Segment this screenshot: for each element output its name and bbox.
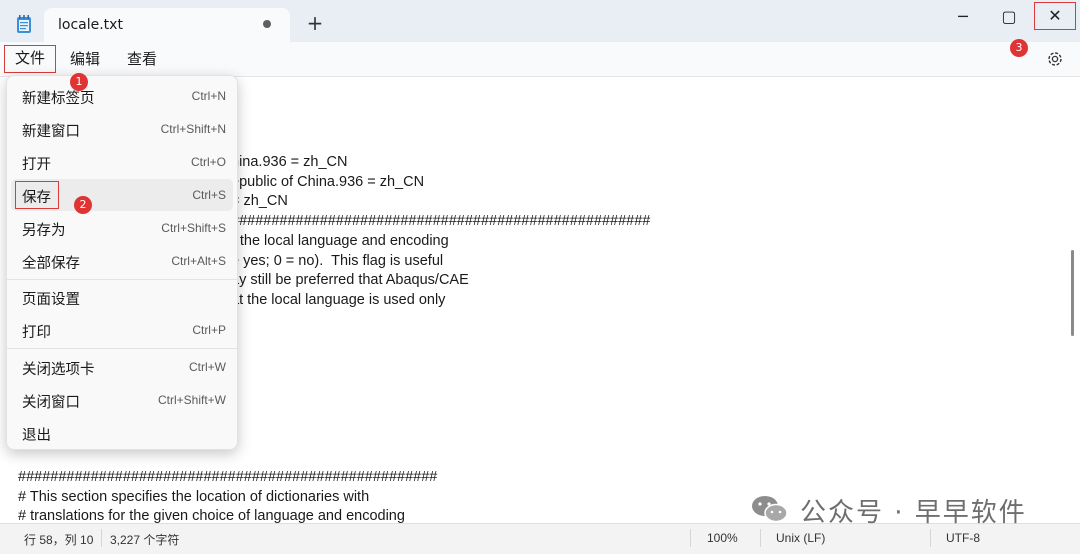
tab-locale-txt[interactable]: locale.txt [44, 8, 290, 42]
menu-view[interactable]: 查看 [117, 45, 167, 73]
menu-edit[interactable]: 编辑 [60, 45, 110, 73]
menu-separator [7, 348, 237, 349]
unsaved-dot-icon[interactable] [263, 20, 271, 28]
menu-item-label: 新建窗口 [22, 124, 80, 140]
menu-item-save[interactable]: 保存 Ctrl+S [11, 179, 233, 211]
menu-item-open[interactable]: 打开 Ctrl+O [11, 146, 233, 178]
watermark: 公众号 · 早早软件 [750, 490, 1050, 530]
menu-item-label: 页面设置 [22, 292, 80, 308]
menu-item-shortcut: Ctrl+N [191, 89, 226, 103]
editor-line: r the local language and encoding [231, 233, 449, 249]
zoom-level[interactable]: 100% [707, 531, 738, 545]
menu-item-new-tab[interactable]: 新建标签页 Ctrl+N [11, 80, 233, 112]
menu-item-close-tab[interactable]: 关闭选项卡 Ctrl+W [11, 351, 233, 383]
editor-line: ay still be preferred that Abaqus/CAE [231, 272, 469, 288]
editor-line: e yes; 0 = no). This flag is useful [231, 253, 444, 269]
menu-item-label: 退出 [22, 428, 51, 444]
title-bar: locale.txt + ─ ▢ ✕ [0, 0, 1080, 42]
vertical-scrollbar[interactable] [1071, 250, 1074, 336]
status-separator [760, 529, 761, 547]
gear-icon[interactable] [1045, 49, 1065, 69]
editor-line: ########################################… [231, 213, 651, 229]
menu-file[interactable]: 文件 [4, 45, 57, 73]
cursor-position: 行 58，列 10 [24, 533, 94, 547]
new-tab-button[interactable]: + [304, 12, 326, 34]
maximize-button[interactable]: ▢ [986, 2, 1032, 32]
editor-line: epublic of China.936 = zh_CN [231, 174, 425, 190]
menu-item-page-setup[interactable]: 页面设置 [11, 281, 233, 313]
step-badge-1: 1 [70, 73, 88, 91]
menu-item-shortcut: Ctrl+P [192, 323, 226, 337]
menu-item-new-window[interactable]: 新建窗口 Ctrl+Shift+N [11, 113, 233, 145]
editor-line: ########################################… [18, 469, 438, 485]
menu-item-shortcut: Ctrl+Alt+S [171, 254, 226, 268]
notepad-icon [17, 15, 31, 33]
step-badge-2: 2 [74, 196, 92, 214]
watermark-text: 公众号 · 早早软件 [800, 498, 1027, 528]
menu-item-shortcut: Ctrl+O [190, 155, 226, 169]
editor-line: hina.936 = zh_CN [231, 154, 348, 170]
menu-item-label: 新建标签页 [22, 91, 95, 107]
file-menu-dropdown: 新建标签页 Ctrl+N 新建窗口 Ctrl+Shift+N 打开 Ctrl+O… [6, 75, 238, 450]
status-separator [101, 529, 102, 547]
status-separator [690, 529, 691, 547]
minimize-button[interactable]: ─ [940, 2, 986, 32]
line-ending[interactable]: Unix (LF) [776, 531, 825, 545]
wechat-logo-icon [752, 496, 788, 523]
menu-item-exit[interactable]: 退出 [11, 417, 233, 449]
menu-item-label: 关闭窗口 [22, 395, 80, 411]
menu-separator [7, 279, 237, 280]
editor-line: = zh_CN [231, 193, 288, 209]
menu-item-label: 打开 [22, 157, 51, 173]
editor-line: at the local language is used only [231, 292, 446, 308]
menu-item-label: 打印 [22, 325, 51, 341]
menu-item-save-all[interactable]: 全部保存 Ctrl+Alt+S [11, 245, 233, 277]
editor-line: # translations for the given choice of l… [18, 508, 405, 523]
editor-line: # This section specifies the location of… [18, 489, 370, 505]
char-count: 3,227 个字符 [110, 533, 180, 547]
menu-item-shortcut: Ctrl+Shift+S [161, 221, 226, 235]
menu-item-close-window[interactable]: 关闭窗口 Ctrl+Shift+W [11, 384, 233, 416]
encoding[interactable]: UTF-8 [946, 531, 980, 545]
menu-item-print[interactable]: 打印 Ctrl+P [11, 314, 233, 346]
menu-item-shortcut: Ctrl+W [189, 360, 226, 374]
menu-item-label: 全部保存 [22, 256, 80, 272]
tab-title: locale.txt [58, 17, 123, 33]
menu-item-shortcut: Ctrl+Shift+W [157, 393, 226, 407]
menu-bar: 文件 编辑 查看 [0, 42, 1080, 77]
close-button[interactable]: ✕ [1034, 2, 1076, 30]
menu-item-label: 保存 [22, 190, 51, 206]
menu-item-label: 关闭选项卡 [22, 362, 95, 378]
step-badge-3: 3 [1010, 39, 1028, 57]
menu-item-label: 另存为 [22, 223, 66, 239]
menu-item-save-as[interactable]: 另存为 Ctrl+Shift+S [11, 212, 233, 244]
menu-item-shortcut: Ctrl+Shift+N [160, 122, 226, 136]
status-separator [930, 529, 931, 547]
menu-item-shortcut: Ctrl+S [192, 188, 226, 202]
